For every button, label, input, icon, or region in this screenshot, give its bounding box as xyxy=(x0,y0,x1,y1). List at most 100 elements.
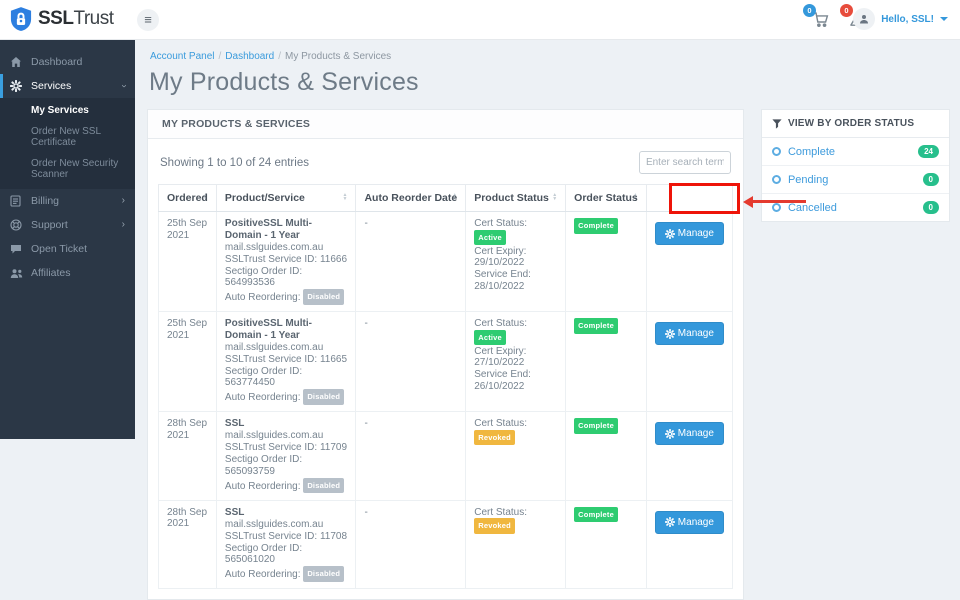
search-input[interactable] xyxy=(638,151,731,174)
column-header-product[interactable]: ▲ ▼ Product/Service xyxy=(215,184,357,212)
product-cell: SSL mail.sslguides.com.au SSLTrust Servi… xyxy=(215,499,357,589)
order-status-badge: Complete xyxy=(574,506,618,522)
service-id: SSLTrust Service ID: 11709 xyxy=(224,442,348,453)
auto-reorder-date-cell: - xyxy=(355,411,467,501)
manage-button[interactable]: Manage xyxy=(654,510,724,534)
sidebar-item-open-ticket[interactable]: Open Ticket xyxy=(0,237,135,261)
product-name: SSL xyxy=(224,506,245,518)
filter-item-pending[interactable]: Pending 0 xyxy=(761,166,949,194)
cert-status-line: Cert Status: Active xyxy=(474,218,557,245)
page-title: My Products & Services xyxy=(149,68,419,96)
auto-reordering-line: Auto Reordering: Disabled xyxy=(225,289,348,305)
column-header-order-status[interactable]: ▲ ▼ Order Status xyxy=(565,184,647,212)
service-id: SSLTrust Service ID: 11666 xyxy=(224,253,348,265)
sidebar-item-dashboard[interactable]: Dashboard xyxy=(0,50,135,74)
auto-reordering-line: Auto Reordering: Disabled xyxy=(225,389,348,405)
ssltrust-logo[interactable]: SSLTrust xyxy=(10,6,114,32)
product-cell: SSL mail.sslguides.com.au SSLTrust Servi… xyxy=(215,411,357,501)
order-status-badge: Complete xyxy=(574,418,618,434)
sidebar-item-affiliates[interactable]: Affiliates xyxy=(0,261,135,285)
cert-status-badge: Active xyxy=(474,329,506,345)
product-domain: mail.sslguides.com.au xyxy=(224,518,324,530)
cert-detail-line: Cert Expiry: 29/10/2022 xyxy=(474,245,527,269)
sidebar-item-label: Support xyxy=(31,219,68,231)
ordered-cell: 25th Sep 2021 xyxy=(158,211,217,312)
gear-icon xyxy=(664,428,675,439)
vendor-order-id: Sectigo Order ID: 563774450 xyxy=(224,365,303,389)
sort-icon: ▲ ▼ xyxy=(552,192,558,202)
cert-status-line: Cert Status: Revoked xyxy=(474,418,557,445)
cert-status-line: Cert Status: Revoked xyxy=(474,507,557,534)
order-status-badge: Complete xyxy=(574,318,618,334)
logo-light: Trust xyxy=(73,8,114,29)
breadcrumb-current: My Products & Services xyxy=(284,51,392,62)
filter-label: Complete xyxy=(787,145,836,158)
filter-label: Cancelled xyxy=(787,201,837,214)
order-status-badge: Complete xyxy=(574,218,618,234)
sidebar-subitem-order-scanner[interactable]: Order New Security Scanner xyxy=(0,153,135,185)
sidebar-item-label: Services xyxy=(31,80,72,92)
sidebar-item-support[interactable]: Support › xyxy=(0,213,135,237)
entries-info: Showing 1 to 10 of 24 entries xyxy=(160,156,309,169)
chevron-down-icon: › xyxy=(118,84,130,88)
sidebar-subitem-my-services[interactable]: My Services xyxy=(0,100,135,121)
actions-cell: Manage xyxy=(645,211,733,312)
product-domain: mail.sslguides.com.au xyxy=(224,430,324,441)
breadcrumb: Account Panel / Dashboard / My Products & Se… xyxy=(150,51,950,62)
table-row: 25th Sep 2021 PositiveSSL Multi-Domain -… xyxy=(158,311,733,412)
auto-reorder-badge: Disabled xyxy=(303,477,345,493)
services-submenu: My Services Order New SSL Certificate Or… xyxy=(0,98,135,189)
cert-detail-lines: Cert Expiry: 27/10/2022 Service End: 26/1… xyxy=(474,346,557,393)
actions-cell: Manage xyxy=(645,311,733,412)
sidebar-item-services[interactable]: Services › xyxy=(0,74,135,98)
manage-button[interactable]: Manage xyxy=(654,322,724,345)
cert-status-badge: Active xyxy=(474,229,506,245)
billing-file-icon xyxy=(10,195,23,208)
filter-label: Pending xyxy=(787,173,829,186)
user-menu[interactable]: Hello, SSL! xyxy=(853,8,948,30)
auto-reorder-badge: Disabled xyxy=(303,566,345,582)
filter-item-complete[interactable]: Complete 24 xyxy=(761,138,949,166)
sidebar-item-label: Dashboard xyxy=(31,56,83,68)
vendor-order-id: Sectigo Order ID: 565093759 xyxy=(224,454,303,477)
breadcrumb-account-panel[interactable]: Account Panel xyxy=(150,51,215,62)
logo-bold: SSL xyxy=(38,8,74,29)
table-row: 25th Sep 2021 PositiveSSL Multi-Domain -… xyxy=(158,211,733,312)
column-header-ordered[interactable]: ▲ ▼ Ordered xyxy=(158,184,217,212)
cert-detail-lines: Cert Expiry: 29/10/2022 Service End: 28/1… xyxy=(474,246,557,293)
cart-button[interactable]: 0 xyxy=(803,4,834,31)
chevron-right-icon: › xyxy=(121,195,125,206)
breadcrumb-dashboard[interactable]: Dashboard xyxy=(225,51,274,62)
product-cell: PositiveSSL Multi-Domain - 1 Year mail.s… xyxy=(215,311,357,412)
sidebar-subitem-order-ssl[interactable]: Order New SSL Certificate xyxy=(0,121,135,153)
product-status-cell: Cert Status: Active Cert Expiry: 29/10/2… xyxy=(465,211,567,312)
column-header-auto-reorder[interactable]: ▲ ▼ Auto Reorder Date xyxy=(355,184,467,212)
services-gear-icon xyxy=(10,80,23,93)
ordered-cell: 28th Sep 2021 xyxy=(158,411,217,501)
service-id: SSLTrust Service ID: 11708 xyxy=(224,530,348,542)
shield-lock-icon xyxy=(10,7,32,31)
main-content: Account Panel / Dashboard / My Products & Se… xyxy=(135,40,960,600)
product-name: PositiveSSL Multi-Domain - 1 Year xyxy=(224,318,312,341)
life-ring-icon xyxy=(10,219,23,232)
filter-item-cancelled[interactable]: Cancelled 0 xyxy=(762,194,949,221)
circle-icon xyxy=(771,203,781,212)
sidebar-item-label: Open Ticket xyxy=(31,243,88,255)
users-icon xyxy=(10,267,23,280)
count-badge: 24 xyxy=(918,145,939,158)
vendor-order-id: Sectigo Order ID: 565061020 xyxy=(224,542,303,566)
sidebar-toggle-button[interactable]: ≡ xyxy=(137,9,159,31)
count-badge: 0 xyxy=(922,201,939,214)
order-status-cell: Complete xyxy=(565,211,647,312)
sidebar-item-label: Affiliates xyxy=(31,267,71,279)
gear-icon xyxy=(664,228,675,239)
logo-text: SSLTrust xyxy=(38,8,114,30)
manage-button[interactable]: Manage xyxy=(654,422,724,445)
sort-icon: ▲ ▼ xyxy=(342,192,348,202)
order-status-cell: Complete xyxy=(565,411,647,501)
sidebar-item-billing[interactable]: Billing › xyxy=(0,189,135,213)
column-header-product-status[interactable]: ▲ ▼ Product Status xyxy=(465,184,567,212)
auto-reorder-date-cell: - xyxy=(355,499,467,589)
manage-button[interactable]: Manage xyxy=(654,222,724,245)
auto-reordering-line: Auto Reordering: Disabled xyxy=(225,566,348,582)
